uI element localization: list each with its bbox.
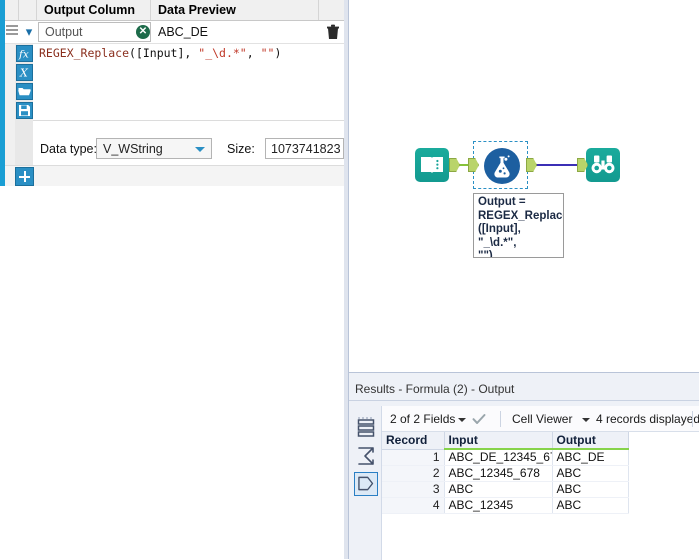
size-label: Size: [227, 142, 255, 156]
expression-args-token: ([Input], [129, 46, 199, 60]
cell-record: 4 [382, 497, 445, 514]
tool-annotation[interactable]: Output = REGEX_Replace ([Input], "_\d.*"… [473, 193, 564, 258]
chevron-down-icon[interactable] [458, 418, 466, 422]
cell-input[interactable]: ABC [444, 481, 553, 498]
port-output-formula[interactable] [526, 158, 537, 172]
results-body: 2 of 2 Fields Cell Viewer 4 records disp… [349, 406, 699, 560]
results-grid[interactable]: Record Input Output 1 ABC_DE_12345_678 A… [382, 432, 699, 560]
cell-viewer-selector[interactable]: Cell Viewer [512, 406, 572, 432]
column-header-record[interactable]: Record [382, 432, 445, 450]
cell-input[interactable]: ABC_12345_678 [444, 465, 553, 482]
size-value: 1073741823 [271, 142, 341, 156]
data-type-value: V_WString [103, 142, 163, 156]
header-gutter-1 [5, 0, 19, 20]
cell-output[interactable]: ABC [552, 497, 629, 514]
toolbar-separator [500, 411, 501, 427]
results-title: Results - Formula (2) - Output [355, 382, 515, 396]
results-toolbar: 2 of 2 Fields Cell Viewer 4 records disp… [382, 406, 699, 432]
data-type-label: Data type: [40, 142, 97, 156]
trash-icon[interactable] [324, 23, 342, 41]
expression-string-1: "_\d.*" [198, 46, 247, 60]
header-delete-column [320, 0, 344, 20]
annotation-line-1: Output = [478, 196, 526, 208]
annotation-line-3: ([Input], "_\d.*", [478, 223, 521, 249]
config-column-headers: Output Column Data Preview [5, 0, 344, 21]
tool-formula[interactable] [484, 148, 520, 184]
cell-record: 3 [382, 481, 445, 498]
formula-config-panel: Output Column Data Preview ▾ ✕ ABC_DE fx [0, 0, 344, 559]
cell-input[interactable]: ABC_12345 [444, 497, 553, 514]
output-column-input[interactable] [38, 22, 151, 42]
expression-close-paren: ) [274, 46, 282, 60]
annotation-line-4: "") [478, 250, 493, 258]
expression-text: REGEX_Replace([Input], "_\d.*", "") [39, 46, 281, 60]
column-header-output[interactable]: Output [552, 432, 629, 450]
results-side-rail [349, 406, 382, 560]
row-drag-handle-icon[interactable] [6, 25, 18, 38]
records-displayed-label: 4 records displayed [596, 412, 699, 426]
results-title-tab[interactable]: Results - Formula (2) - Output [349, 378, 699, 401]
formula-tools-strip: fx X [15, 44, 33, 122]
summary-sigma-icon[interactable] [354, 444, 378, 468]
header-data-preview: Data Preview [152, 0, 319, 20]
fx-icon[interactable]: fx [16, 45, 33, 62]
checkmark-icon[interactable] [472, 412, 486, 426]
cell-output[interactable]: ABC [552, 465, 629, 482]
expression-string-2: "" [260, 46, 275, 60]
toolbar-separator [692, 411, 693, 427]
table-row[interactable]: 3 ABC ABC [382, 481, 629, 498]
results-table: Record Input Output 1 ABC_DE_12345_678 A… [382, 432, 629, 514]
cell-output[interactable]: ABC_DE [552, 449, 629, 466]
add-formula-button[interactable] [15, 167, 34, 186]
config-empty-area [5, 186, 344, 559]
tool-browse[interactable] [586, 148, 620, 182]
add-formula-bar [5, 165, 344, 187]
header-gutter-2 [20, 0, 37, 20]
chevron-down-icon[interactable] [582, 418, 590, 422]
fields-selector[interactable]: 2 of 2 Fields [390, 406, 455, 432]
tool-input-data[interactable] [415, 148, 449, 182]
svg-text:X: X [19, 67, 29, 80]
port-output-input-data[interactable] [449, 158, 460, 172]
cell-record: 1 [382, 449, 445, 466]
data-type-row: Data type: V_WString Size: 1073741823 [33, 138, 344, 162]
annotation-line-2: REGEX_Replace [478, 209, 564, 222]
table-row[interactable]: 2 ABC_12345_678 ABC [382, 465, 629, 482]
folder-open-icon[interactable] [16, 83, 33, 100]
save-icon[interactable] [16, 102, 33, 119]
expression-editor[interactable]: REGEX_Replace([Input], "_\d.*", "") [33, 44, 344, 121]
data-type-select[interactable]: V_WString [96, 138, 212, 159]
formula-row: ▾ ✕ ABC_DE [5, 21, 344, 44]
size-input[interactable]: 1073741823 [265, 138, 344, 159]
cell-record: 2 [382, 465, 445, 482]
results-panel: Results - Formula (2) - Output 2 of 2 Fi… [348, 372, 699, 560]
table-header-row: Record Input Output [382, 432, 629, 450]
expression-function-token: REGEX_Replace [39, 46, 130, 60]
rail-grip-icon[interactable] [357, 409, 375, 419]
clear-output-column-icon[interactable]: ✕ [136, 25, 150, 39]
x-variable-icon[interactable]: X [16, 64, 33, 81]
cell-input[interactable]: ABC_DE_12345_678 [444, 449, 553, 466]
chevron-down-icon [195, 147, 205, 152]
data-grid-icon[interactable] [354, 416, 378, 440]
header-output-column: Output Column [38, 0, 151, 20]
config-left-gutter-lower [15, 122, 33, 165]
tool-formula-selection[interactable] [473, 141, 528, 189]
data-profile-icon[interactable] [354, 472, 378, 496]
data-preview-value: ABC_DE [158, 25, 209, 39]
workflow-canvas[interactable]: Output = REGEX_Replace ([Input], "_\d.*"… [348, 0, 699, 372]
cell-output[interactable]: ABC [552, 481, 629, 498]
column-header-input[interactable]: Input [444, 432, 553, 450]
expression-comma: , [246, 46, 261, 60]
table-row[interactable]: 1 ABC_DE_12345_678 ABC_DE [382, 449, 629, 466]
svg-text:fx: fx [18, 49, 29, 61]
table-row[interactable]: 4 ABC_12345 ABC [382, 497, 629, 514]
chevron-down-icon[interactable]: ▾ [21, 23, 37, 41]
